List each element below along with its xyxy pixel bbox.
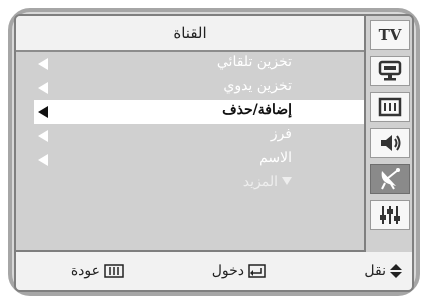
enter-hint: دخول <box>212 263 266 279</box>
move-hint: نقل <box>364 263 402 279</box>
sound-icon[interactable] <box>370 92 410 122</box>
menu-item-label: تخزين تلقائي <box>216 54 292 70</box>
arrow-left-icon <box>38 154 48 166</box>
channel-menu-panel: القناة تخزين تلقائي تخزين يدوي إضافة/حذف… <box>16 16 366 252</box>
menu-item-sort[interactable]: فرز <box>16 124 364 148</box>
settings-sliders-icon[interactable] <box>370 200 410 230</box>
menu-item-auto-store[interactable]: تخزين تلقائي <box>16 52 364 76</box>
return-hint: عودة <box>71 263 124 279</box>
menu-list: تخزين تلقائي تخزين يدوي إضافة/حذف فرز ال… <box>16 52 364 196</box>
more-label: المزيد <box>242 174 278 190</box>
arrow-left-icon <box>38 82 48 94</box>
footer-help-bar: نقل دخول عودة <box>16 252 412 290</box>
return-label: عودة <box>70 263 100 279</box>
menu-key-icon <box>104 264 124 278</box>
arrow-left-icon <box>38 130 48 142</box>
speaker-icon[interactable] <box>370 128 410 158</box>
osd-menu: القناة تخزين تلقائي تخزين يدوي إضافة/حذف… <box>14 14 414 292</box>
menu-item-label: فرز <box>270 126 292 142</box>
menu-item-manual-store[interactable]: تخزين يدوي <box>16 76 364 100</box>
enter-key-icon <box>248 264 266 278</box>
category-sidebar: TV <box>366 16 412 252</box>
enter-label: دخول <box>211 263 244 279</box>
menu-item-more[interactable]: المزيد <box>16 172 364 196</box>
satellite-icon[interactable] <box>370 164 410 194</box>
menu-item-add-delete[interactable]: إضافة/حذف <box>34 100 364 124</box>
menu-item-label: الاسم <box>259 150 292 166</box>
chevron-down-icon <box>282 177 292 185</box>
picture-icon[interactable] <box>370 56 410 86</box>
move-label: نقل <box>364 263 386 279</box>
menu-item-name[interactable]: الاسم <box>16 148 364 172</box>
arrow-left-icon <box>38 58 48 70</box>
up-down-arrows-icon <box>390 264 402 278</box>
tv-label: TV <box>370 20 410 50</box>
menu-title: القناة <box>16 16 364 52</box>
arrow-left-icon <box>38 106 48 118</box>
menu-item-label: إضافة/حذف <box>222 102 292 118</box>
menu-item-label: تخزين يدوي <box>223 78 292 94</box>
